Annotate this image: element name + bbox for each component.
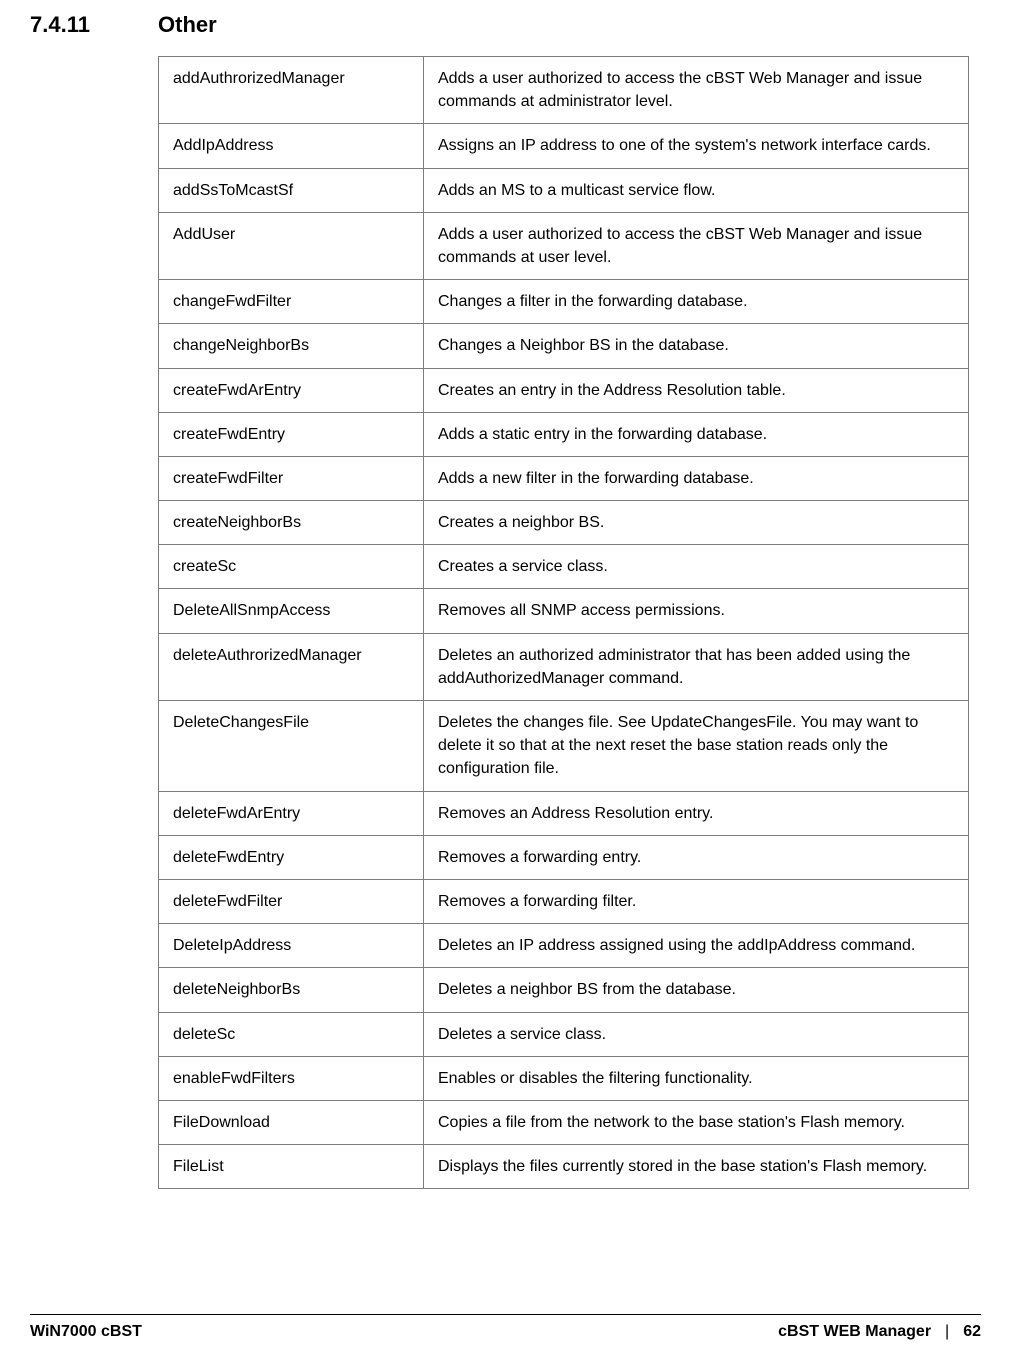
table-row: deleteAuthrorizedManagerDeletes an autho… — [159, 633, 969, 700]
table-row: DeleteIpAddressDeletes an IP address ass… — [159, 924, 969, 968]
footer-right: cBST WEB Manager | 62 — [778, 1323, 981, 1341]
command-description: Deletes an authorized administrator that… — [424, 633, 969, 700]
table-row: deleteFwdArEntryRemoves an Address Resol… — [159, 791, 969, 835]
command-name: AddUser — [159, 212, 424, 279]
command-name: changeNeighborBs — [159, 324, 424, 368]
command-name: FileDownload — [159, 1100, 424, 1144]
command-description: Enables or disables the filtering functi… — [424, 1056, 969, 1100]
command-name: deleteAuthrorizedManager — [159, 633, 424, 700]
section-title: Other — [158, 12, 217, 38]
command-description: Creates a service class. — [424, 545, 969, 589]
command-description: Creates an entry in the Address Resoluti… — [424, 368, 969, 412]
command-description: Deletes a neighbor BS from the database. — [424, 968, 969, 1012]
command-description: Deletes a service class. — [424, 1012, 969, 1056]
table-row: createNeighborBsCreates a neighbor BS. — [159, 501, 969, 545]
footer-product: WiN7000 cBST — [30, 1323, 142, 1341]
command-description: Adds an MS to a multicast service flow. — [424, 168, 969, 212]
footer-separator: | — [945, 1323, 949, 1341]
footer-page-number: 62 — [963, 1323, 981, 1341]
table-row: AddUserAdds a user authorized to access … — [159, 212, 969, 279]
command-name: FileList — [159, 1145, 424, 1189]
command-name: createFwdFilter — [159, 456, 424, 500]
command-description: Adds a static entry in the forwarding da… — [424, 412, 969, 456]
table-row: deleteFwdFilterRemoves a forwarding filt… — [159, 879, 969, 923]
command-description: Creates a neighbor BS. — [424, 501, 969, 545]
command-description: Removes a forwarding entry. — [424, 835, 969, 879]
table-row: DeleteChangesFileDeletes the changes fil… — [159, 701, 969, 792]
footer-manager: cBST WEB Manager — [778, 1323, 931, 1341]
commands-table: addAuthrorizedManagerAdds a user authori… — [158, 56, 969, 1189]
page-footer: WiN7000 cBST cBST WEB Manager | 62 — [30, 1314, 981, 1341]
command-name: createNeighborBs — [159, 501, 424, 545]
command-name: deleteNeighborBs — [159, 968, 424, 1012]
command-name: changeFwdFilter — [159, 280, 424, 324]
command-name: addSsToMcastSf — [159, 168, 424, 212]
command-description: Deletes the changes file. See UpdateChan… — [424, 701, 969, 792]
table-row: addAuthrorizedManagerAdds a user authori… — [159, 57, 969, 124]
table-row: changeNeighborBsChanges a Neighbor BS in… — [159, 324, 969, 368]
table-row: createScCreates a service class. — [159, 545, 969, 589]
table-row: addSsToMcastSfAdds an MS to a multicast … — [159, 168, 969, 212]
table-row: DeleteAllSnmpAccessRemoves all SNMP acce… — [159, 589, 969, 633]
table-row: createFwdArEntryCreates an entry in the … — [159, 368, 969, 412]
table-row: deleteNeighborBsDeletes a neighbor BS fr… — [159, 968, 969, 1012]
table-row: createFwdFilterAdds a new filter in the … — [159, 456, 969, 500]
table-row: FileDownloadCopies a file from the netwo… — [159, 1100, 969, 1144]
command-name: createFwdEntry — [159, 412, 424, 456]
command-name: deleteFwdFilter — [159, 879, 424, 923]
command-name: enableFwdFilters — [159, 1056, 424, 1100]
table-row: deleteFwdEntryRemoves a forwarding entry… — [159, 835, 969, 879]
command-description: Copies a file from the network to the ba… — [424, 1100, 969, 1144]
command-name: createSc — [159, 545, 424, 589]
command-description: Changes a filter in the forwarding datab… — [424, 280, 969, 324]
table-row: enableFwdFiltersEnables or disables the … — [159, 1056, 969, 1100]
command-description: Adds a new filter in the forwarding data… — [424, 456, 969, 500]
command-description: Removes a forwarding filter. — [424, 879, 969, 923]
command-name: DeleteChangesFile — [159, 701, 424, 792]
table-row: FileListDisplays the files currently sto… — [159, 1145, 969, 1189]
command-description: Adds a user authorized to access the cBS… — [424, 212, 969, 279]
command-description: Displays the files currently stored in t… — [424, 1145, 969, 1189]
command-name: DeleteIpAddress — [159, 924, 424, 968]
command-name: deleteSc — [159, 1012, 424, 1056]
command-name: deleteFwdEntry — [159, 835, 424, 879]
table-row: createFwdEntryAdds a static entry in the… — [159, 412, 969, 456]
commands-table-wrap: addAuthrorizedManagerAdds a user authori… — [158, 56, 968, 1189]
table-row: deleteScDeletes a service class. — [159, 1012, 969, 1056]
section-number: 7.4.11 — [30, 12, 158, 38]
command-description: Deletes an IP address assigned using the… — [424, 924, 969, 968]
section-heading: 7.4.11 Other — [30, 12, 981, 38]
command-description: Changes a Neighbor BS in the database. — [424, 324, 969, 368]
command-description: Removes all SNMP access permissions. — [424, 589, 969, 633]
command-name: addAuthrorizedManager — [159, 57, 424, 124]
command-name: deleteFwdArEntry — [159, 791, 424, 835]
command-description: Removes an Address Resolution entry. — [424, 791, 969, 835]
table-row: AddIpAddressAssigns an IP address to one… — [159, 124, 969, 168]
command-name: DeleteAllSnmpAccess — [159, 589, 424, 633]
table-row: changeFwdFilterChanges a filter in the f… — [159, 280, 969, 324]
command-description: Adds a user authorized to access the cBS… — [424, 57, 969, 124]
command-name: AddIpAddress — [159, 124, 424, 168]
command-name: createFwdArEntry — [159, 368, 424, 412]
command-description: Assigns an IP address to one of the syst… — [424, 124, 969, 168]
